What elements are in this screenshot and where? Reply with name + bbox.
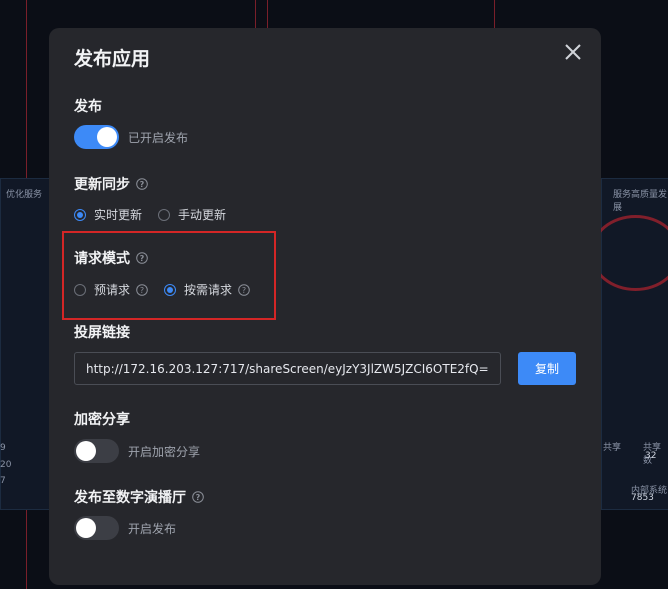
highlight-box [62,231,276,320]
radio-dot [74,208,86,221]
radio-realtime-update[interactable]: 实时更新 [74,206,142,223]
copy-button[interactable]: 复制 [518,352,576,385]
radio-label: 手动更新 [178,208,227,222]
hall-toggle-text: 开启发布 [128,522,177,536]
publish-toggle[interactable] [74,125,119,149]
toggle-knob [97,127,117,147]
bg-guide-line [494,0,495,30]
radio-dot [74,283,86,296]
request-mode-radio-group: 预请求 ? 按需请求 ? [74,281,266,298]
hall-toggle[interactable] [74,516,119,540]
help-icon[interactable]: ? [136,178,148,190]
radio-dot [158,208,171,221]
bg-left-num: 20 [0,460,12,470]
svg-text:?: ? [140,286,144,295]
radio-manual-update[interactable]: 手动更新 [158,206,226,223]
toggle-knob [76,518,96,538]
bg-left-label: 优化服务 [6,190,43,200]
encrypt-toggle-text: 开启加密分享 [128,445,201,459]
encrypt-section-label: 加密分享 [74,409,130,429]
help-icon[interactable]: ? [136,283,148,296]
cast-link-section-label: 投屏链接 [74,322,130,342]
request-mode-label: 请求模式 [74,251,130,267]
bg-left-num: 7 [0,476,6,486]
bg-right-mid1: 共享 [603,443,622,453]
encrypt-toggle[interactable] [74,439,119,463]
help-icon[interactable]: ? [192,491,204,503]
publish-app-dialog: 发布应用 发布 已开启发布 更新同步 ? 实时更新 手动更新 请求模式 ? 预请… [49,28,601,585]
dialog-title: 发布应用 [74,48,151,70]
bg-right-label: 服务高质量发展 [613,190,668,213]
svg-text:?: ? [140,254,145,263]
svg-text:?: ? [196,493,201,502]
publish-toggle-text: 已开启发布 [128,131,189,145]
radio-label: 按需请求 [184,283,233,297]
sync-label: 更新同步 [74,177,130,193]
help-icon[interactable]: ? [136,252,148,264]
radio-on-demand-request[interactable]: 按需请求 ? [164,281,250,298]
request-mode-section-label: 请求模式 ? [74,248,148,268]
encrypt-label: 加密分享 [74,412,130,428]
bg-guide-line [255,0,256,30]
close-button[interactable] [561,40,585,64]
close-icon [565,44,581,60]
publish-section-label: 发布 [74,96,102,116]
publish-label: 发布 [74,99,102,115]
help-icon[interactable]: ? [238,283,250,296]
bg-right-num2: 7853 [631,493,654,503]
bg-right-num1: 32 [645,451,657,461]
radio-label: 预请求 [94,283,131,297]
radio-pre-request[interactable]: 预请求 ? [74,281,148,298]
radio-dot [164,283,177,296]
svg-text:?: ? [242,286,246,295]
sync-section-label: 更新同步 ? [74,174,148,194]
cast-link-label: 投屏链接 [74,325,130,341]
hall-section-label: 发布至数字演播厅 ? [74,487,204,507]
svg-text:?: ? [140,180,145,189]
bg-guide-line [267,0,268,30]
toggle-knob [76,441,96,461]
sync-radio-group: 实时更新 手动更新 [74,206,242,223]
radio-label: 实时更新 [94,208,143,222]
bg-left-num: 9 [0,443,6,453]
cast-link-input[interactable] [74,352,501,385]
hall-label: 发布至数字演播厅 [74,490,186,506]
